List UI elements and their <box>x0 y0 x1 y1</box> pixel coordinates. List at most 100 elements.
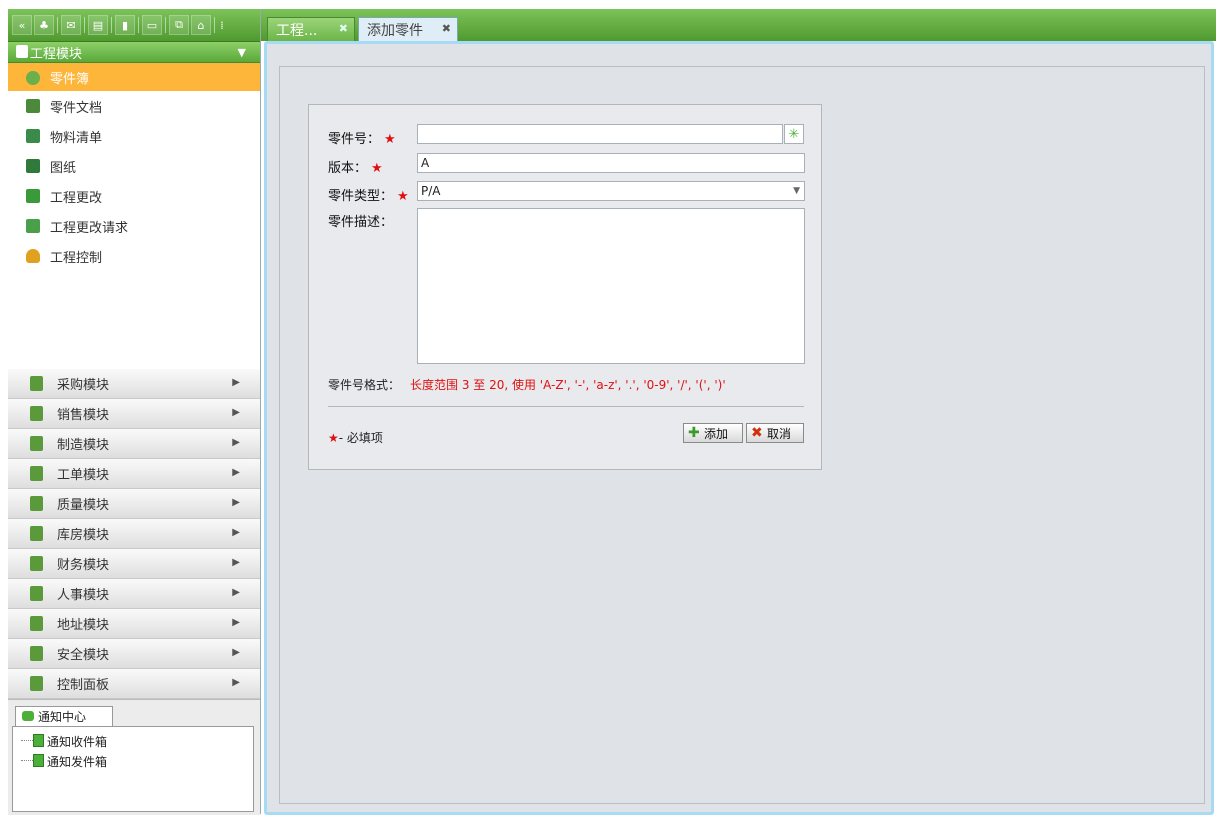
required-star: ★ <box>397 189 409 204</box>
tab-bar: 工程... ✖ 添加零件 ✖ <box>261 9 1216 41</box>
module-manufacturing[interactable]: 制造模块 ▶ <box>8 429 260 459</box>
close-icon[interactable]: ✖ <box>442 22 451 35</box>
quick-toolbar: « ♣ ✉ ▤ ▮ ▭ ⧉ ⌂ ⁞ <box>8 9 260 42</box>
chart-icon[interactable]: ▮ <box>115 15 135 35</box>
module-icon <box>16 45 28 58</box>
close-icon[interactable]: ✖ <box>339 22 348 35</box>
content-panel: 零件号： ★ ✳ 版本： ★ A 零件类型： ★ P/A ▼ 零件描述： 零件号格式：… <box>264 41 1214 815</box>
grip-icon[interactable]: ⁞ <box>218 16 226 34</box>
tree-item-label: 通知收件箱 <box>47 734 108 749</box>
part-type-select[interactable]: P/A ▼ <box>417 181 805 201</box>
cancel-button[interactable]: ✖ 取消 <box>746 423 804 443</box>
document-icon <box>33 734 44 747</box>
module-list: 采购模块 ▶ 销售模块 ▶ 制造模块 ▶ 工单模块 ▶ 质量模块 ▶ 库房模块 ▶ 财务模块… <box>8 369 260 699</box>
add-part-form: 零件号： ★ ✳ 版本： ★ A 零件类型： ★ P/A ▼ 零件描述： 零件号格式：… <box>308 104 822 470</box>
main-area: 工程... ✖ 添加零件 ✖ 零件号： ★ ✳ 版本： ★ A 零件类型： ★ P/A <box>261 9 1216 815</box>
sidebar-item-label: 图纸 <box>50 160 77 176</box>
module-label: 地址模块 <box>57 618 110 633</box>
module-work-order[interactable]: 工单模块 ▶ <box>8 459 260 489</box>
module-address[interactable]: 地址模块 ▶ <box>8 609 260 639</box>
module-warehouse[interactable]: 库房模块 ▶ <box>8 519 260 549</box>
version-input[interactable]: A <box>417 153 805 173</box>
toolbar-separator <box>111 17 112 33</box>
home-icon[interactable]: ⌂ <box>191 15 211 35</box>
sidebar-item-part-docs[interactable]: 零件文档 <box>8 91 260 121</box>
module-label: 财务模块 <box>57 558 110 573</box>
required-note-text: - 必填项 <box>338 431 383 445</box>
plus-icon: ✚ <box>688 425 700 441</box>
tab-notification-center[interactable]: 通知中心 <box>15 706 113 726</box>
module-label: 销售模块 <box>57 408 110 423</box>
module-finance[interactable]: 财务模块 ▶ <box>8 549 260 579</box>
sidebar-item-eng-change-request[interactable]: 工程更改请求 <box>8 211 260 241</box>
sidebar-item-label: 工程更改请求 <box>50 220 129 236</box>
user-control-icon <box>26 249 40 263</box>
tree-item-outbox[interactable]: 通知发件箱 <box>21 753 107 769</box>
notification-tree: 通知收件箱 通知发件箱 <box>12 726 254 812</box>
module-purchasing[interactable]: 采购模块 ▶ <box>8 369 260 399</box>
format-hint: 零件号格式： 长度范围 3 至 20, 使用 'A-Z', '-', 'a-z',… <box>328 376 726 393</box>
drawing-icon <box>26 159 40 173</box>
tree-item-label: 通知发件箱 <box>47 754 108 769</box>
required-star: ★ <box>328 431 339 445</box>
module-security[interactable]: 安全模块 ▶ <box>8 639 260 669</box>
module-sales[interactable]: 销售模块 ▶ <box>8 399 260 429</box>
module-control-panel[interactable]: 控制面板 ▶ <box>8 669 260 699</box>
label-text: 版本： <box>328 161 368 176</box>
collapse-icon[interactable]: « <box>12 15 32 35</box>
module-label: 工程模块 <box>30 46 83 62</box>
tab-label: 添加零件 <box>367 22 423 39</box>
chevron-right-icon: ▶ <box>232 557 240 568</box>
tab-label: 通知中心 <box>38 710 87 724</box>
add-button[interactable]: ✚ 添加 <box>683 423 743 443</box>
module-icon <box>30 586 43 601</box>
mail-icon[interactable]: ✉ <box>61 15 81 35</box>
sidebar-item-eng-control[interactable]: 工程控制 <box>8 241 260 271</box>
sidebar-item-label: 零件文档 <box>50 100 103 116</box>
tree-connector <box>21 740 33 741</box>
description-label: 零件描述： <box>328 215 394 230</box>
chat-icon <box>22 711 34 721</box>
label-text: 零件类型： <box>328 189 394 204</box>
module-engineering-header[interactable]: 工程模块 ▼ <box>8 42 260 63</box>
toolbar-separator <box>138 17 139 33</box>
module-hr[interactable]: 人事模块 ▶ <box>8 579 260 609</box>
module-label: 工单模块 <box>57 468 110 483</box>
sidebar-item-label: 物料清单 <box>50 130 103 146</box>
description-textarea[interactable] <box>417 208 805 364</box>
button-label: 添加 <box>704 426 729 441</box>
network-icon[interactable]: ⧉ <box>169 15 189 35</box>
tree-item-inbox[interactable]: 通知收件箱 <box>21 733 107 749</box>
tab-add-part[interactable]: 添加零件 ✖ <box>358 17 458 41</box>
chevron-right-icon: ▶ <box>232 647 240 658</box>
required-star: ★ <box>384 132 396 147</box>
tree-connector <box>21 760 33 761</box>
document-icon[interactable]: ▤ <box>88 15 108 35</box>
users-icon[interactable]: ♣ <box>34 15 54 35</box>
sidebar-item-parts[interactable]: 零件簿 <box>8 63 260 91</box>
select-value: P/A <box>421 184 441 198</box>
module-icon <box>30 616 43 631</box>
generate-icon[interactable]: ✳ <box>784 124 804 144</box>
chevron-right-icon: ▶ <box>232 467 240 478</box>
monitor-icon[interactable]: ▭ <box>142 15 162 35</box>
part-no-input[interactable] <box>417 124 783 144</box>
sidebar-item-label: 工程更改 <box>50 190 103 206</box>
chevron-right-icon: ▶ <box>232 587 240 598</box>
required-note: ★- 必填项 <box>328 429 383 446</box>
module-icon <box>30 556 43 571</box>
tab-engineering[interactable]: 工程... ✖ <box>267 17 355 41</box>
left-panel: « ♣ ✉ ▤ ▮ ▭ ⧉ ⌂ ⁞ 工程模块 ▼ 零件簿 零件文档 物料清单 图… <box>8 9 261 815</box>
toolbar-separator <box>214 17 215 33</box>
tab-label: 工程... <box>276 22 318 39</box>
content-inner: 零件号： ★ ✳ 版本： ★ A 零件类型： ★ P/A ▼ 零件描述： 零件号格式：… <box>279 66 1205 804</box>
module-icon <box>30 406 43 421</box>
sidebar-item-drawings[interactable]: 图纸 <box>8 151 260 181</box>
sidebar-item-eng-change[interactable]: 工程更改 <box>8 181 260 211</box>
chevron-right-icon: ▶ <box>232 377 240 388</box>
sidebar-item-bom[interactable]: 物料清单 <box>8 121 260 151</box>
part-no-label: 零件号： ★ <box>328 128 396 147</box>
chevron-right-icon: ▶ <box>232 407 240 418</box>
module-quality[interactable]: 质量模块 ▶ <box>8 489 260 519</box>
toolbar-separator <box>57 17 58 33</box>
